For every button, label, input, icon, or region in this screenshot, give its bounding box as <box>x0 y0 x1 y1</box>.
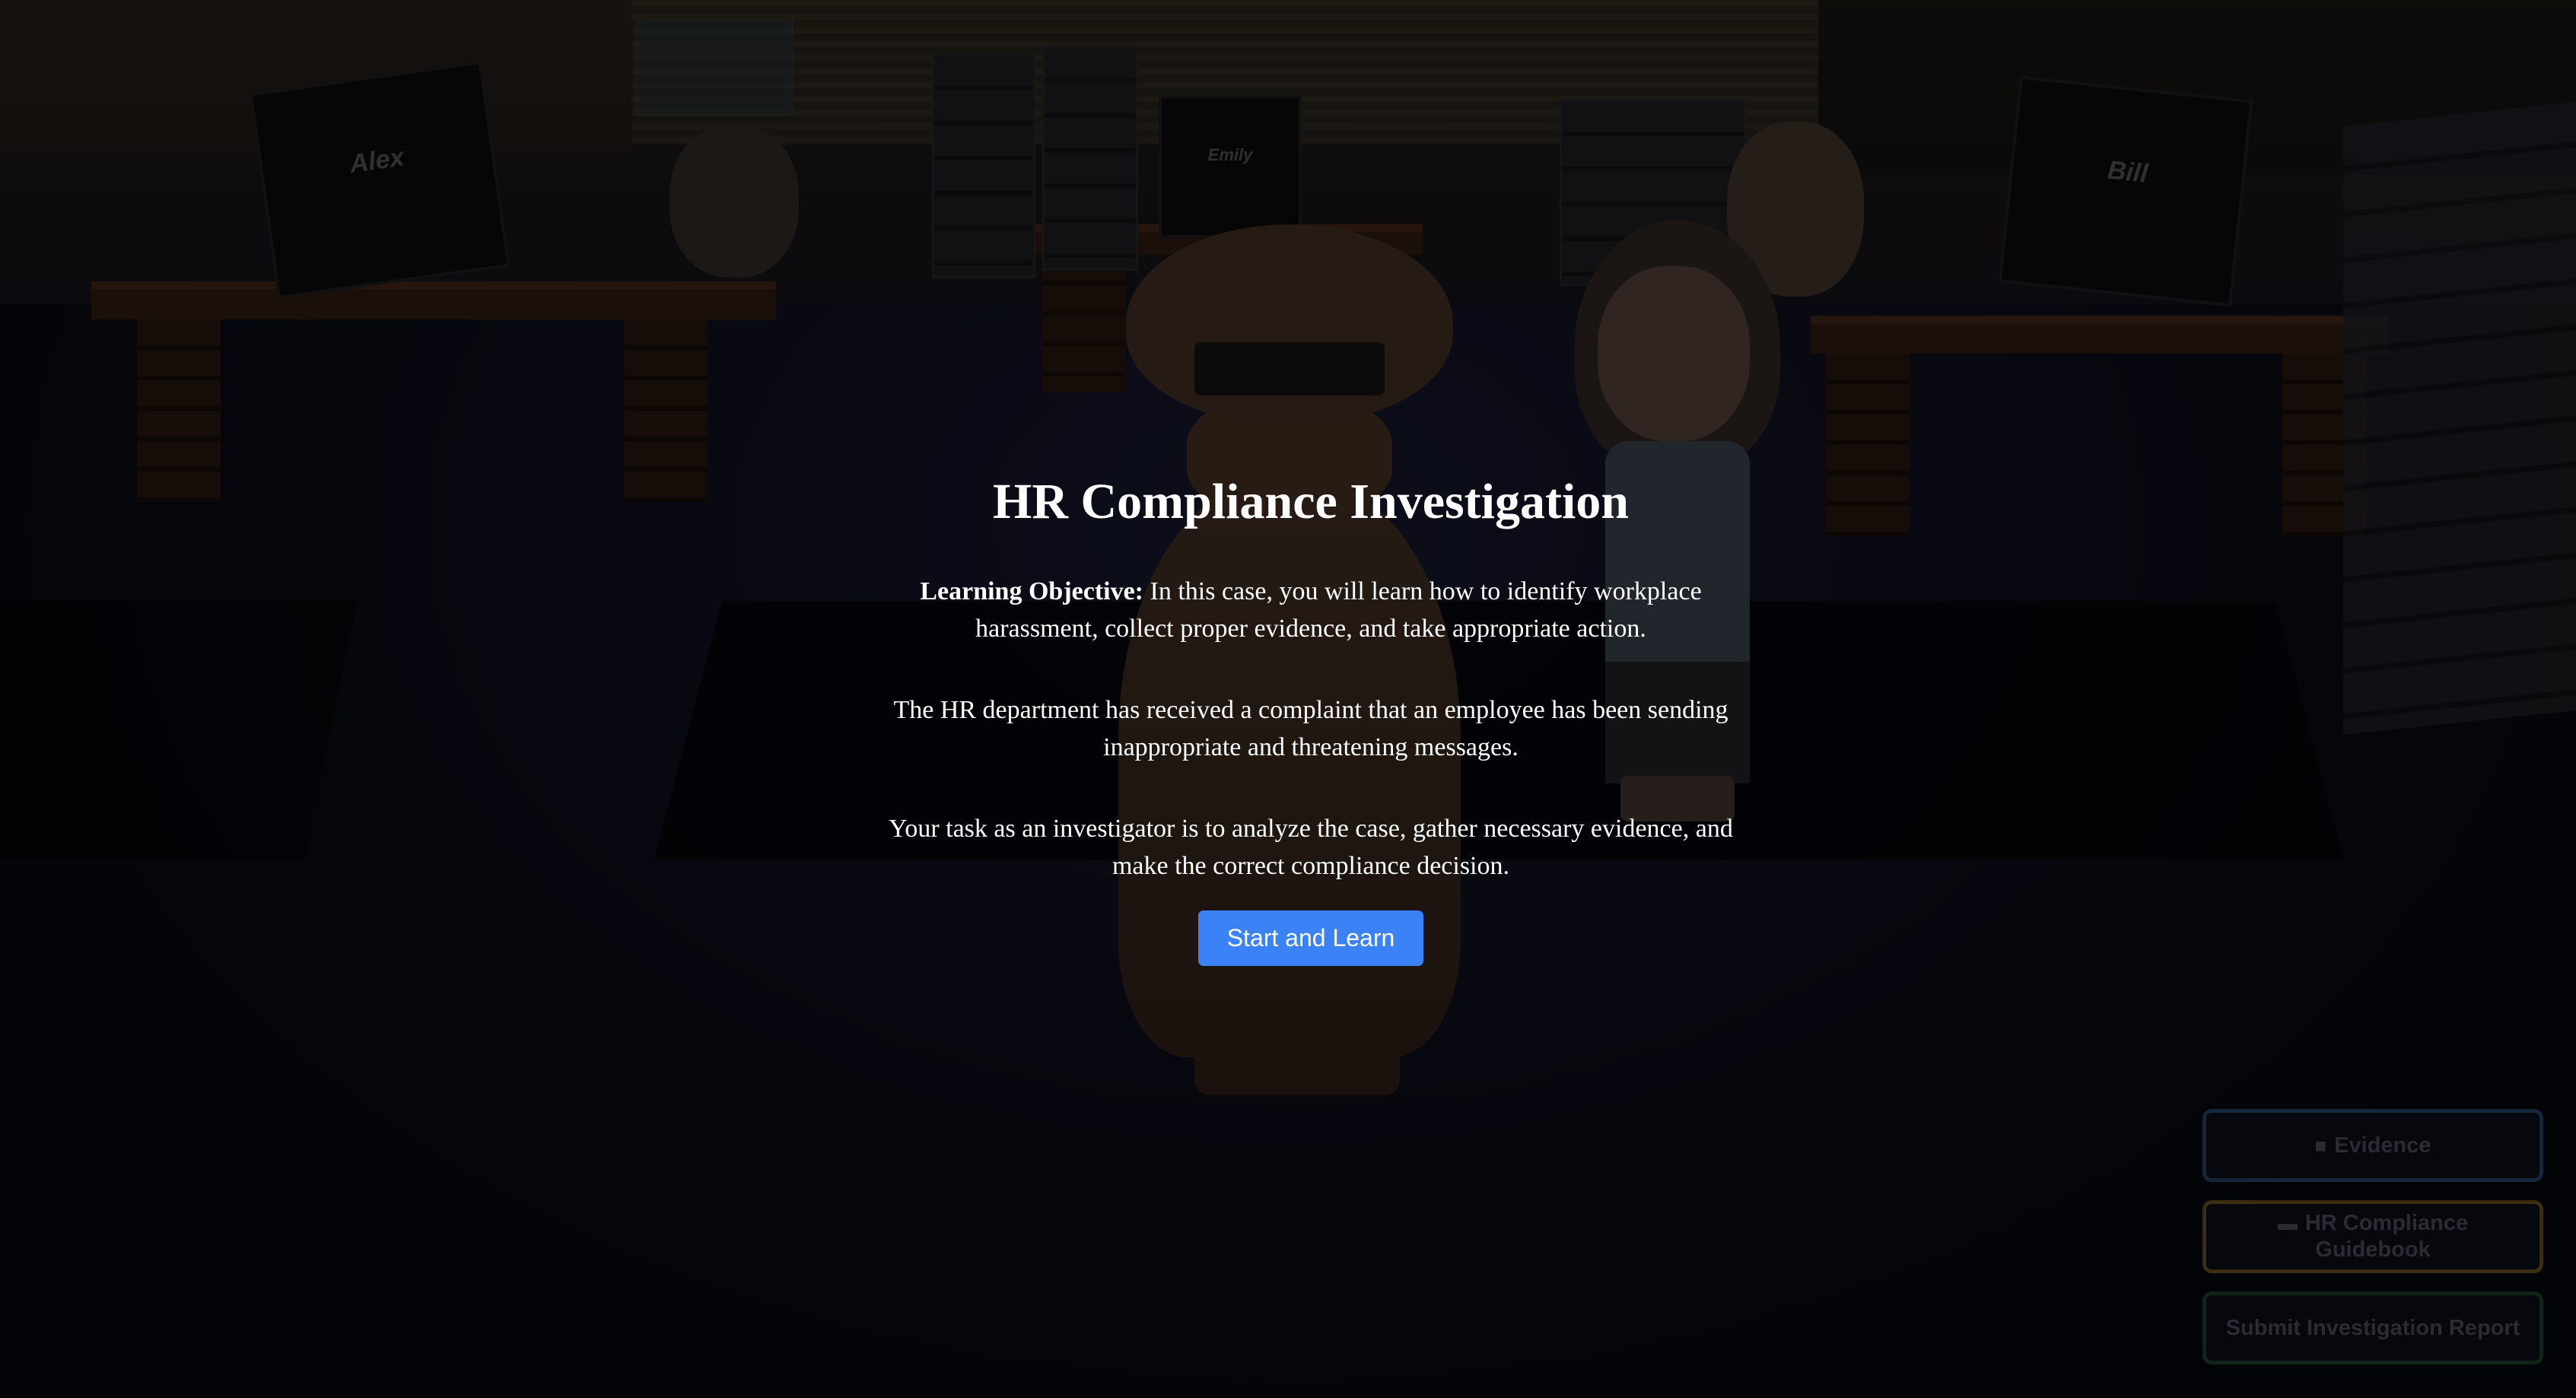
learning-objective-label: Learning Objective: <box>920 577 1144 606</box>
complaint-paragraph: The HR department has received a complai… <box>893 696 1728 762</box>
start-and-learn-button[interactable]: Start and Learn <box>1197 910 1424 967</box>
briefcase-icon: ■ <box>2314 1133 2327 1157</box>
submit-report-button[interactable]: Submit Investigation Report <box>2202 1292 2543 1365</box>
evidence-button-label: Evidence <box>2334 1133 2431 1158</box>
intro-panel: HR Compliance Investigation Learning Obj… <box>832 472 1790 967</box>
hr-guidebook-button[interactable]: ▬ HR Compliance Guidebook <box>2202 1200 2543 1273</box>
game-stage: Alex Emily Bill HR Compliance Investigat… <box>0 0 2576 1398</box>
learning-objective: Learning Objective: In this case, you wi… <box>885 573 1737 647</box>
intro-title: HR Compliance Investigation <box>992 474 1630 529</box>
submit-report-button-label: Submit Investigation Report <box>2225 1315 2520 1340</box>
book-icon: ▬ <box>2277 1212 2298 1234</box>
hr-guidebook-button-label: HR Compliance Guidebook <box>2304 1211 2469 1262</box>
evidence-button[interactable]: ■ Evidence <box>2202 1109 2543 1182</box>
task-paragraph: Your task as an investigator is to analy… <box>889 815 1733 881</box>
hr-guidebook-content: ▬ HR Compliance Guidebook <box>2221 1210 2524 1263</box>
